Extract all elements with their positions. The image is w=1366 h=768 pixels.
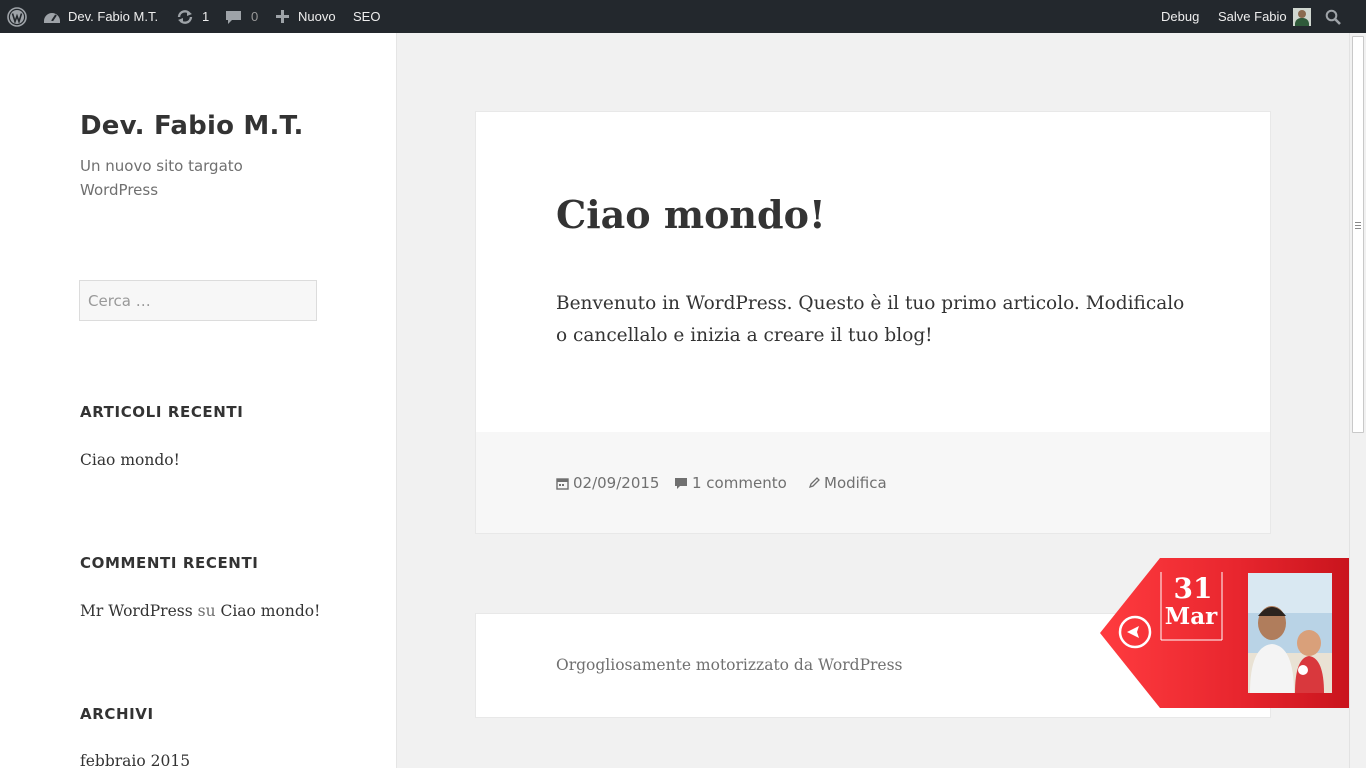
seo-menu[interactable]: SEO [353, 0, 380, 33]
site-name-menu[interactable]: Dev. Fabio M.T. [43, 0, 158, 33]
comment-icon [675, 477, 687, 489]
site-name-label: Dev. Fabio M.T. [68, 9, 159, 24]
search-input[interactable]: Cerca … [79, 280, 317, 321]
search-icon[interactable] [1325, 0, 1341, 33]
post-edit-label: Modifica [824, 474, 887, 492]
post-edit-link[interactable]: Modifica [808, 468, 887, 498]
recent-posts-title: ARTICOLI RECENTI [80, 403, 244, 421]
dashboard-icon [44, 12, 60, 23]
refresh-icon [177, 9, 193, 24]
post-title[interactable]: Ciao mondo! [556, 192, 826, 237]
post-content: Benvenuto in WordPress. Questo è il tuo … [556, 293, 1185, 346]
badge-month: Mar [1164, 603, 1218, 630]
recent-comments-title: COMMENTI RECENTI [80, 554, 259, 572]
comments-menu[interactable]: 0 [225, 0, 258, 33]
new-label: Nuovo [298, 9, 336, 24]
debug-menu[interactable]: Debug [1161, 0, 1199, 33]
archive-link[interactable]: febbraio 2015 [80, 752, 190, 768]
profile-photo [1248, 573, 1332, 693]
account-menu[interactable]: Salve Fabio [1218, 0, 1311, 33]
greeting-label: Salve Fabio [1218, 9, 1287, 24]
seo-label: SEO [353, 9, 381, 24]
post-comments-label: 1 commento [692, 474, 787, 492]
comments-count: 0 [251, 9, 259, 24]
pencil-icon [808, 477, 820, 489]
site-title[interactable]: Dev. Fabio M.T. [80, 111, 304, 141]
post-meta-footer: 02/09/2015 1 commento Modifica [476, 432, 1270, 533]
footer-credit[interactable]: Orgogliosamente motorizzato da WordPress [556, 656, 903, 674]
post-date-label: 02/09/2015 [573, 474, 660, 492]
recent-comment-item: Mr WordPress su Ciao mondo! [80, 602, 320, 620]
plus-icon [276, 10, 289, 23]
page-scrollbar[interactable] [1349, 33, 1366, 768]
sidebar: Dev. Fabio M.T. Un nuovo sito targato Wo… [0, 33, 397, 768]
new-content-menu[interactable]: Nuovo [275, 0, 336, 33]
recent-post-link[interactable]: Ciao mondo! [80, 451, 180, 469]
badge-day: 31 [1173, 572, 1213, 605]
post-date[interactable]: 02/09/2015 [556, 468, 659, 498]
site-description: Un nuovo sito targato WordPress [80, 157, 243, 199]
avatar [1292, 7, 1311, 26]
comment-post-link[interactable]: Ciao mondo! [220, 602, 320, 620]
admin-bar: Dev. Fabio M.T. 1 0 Nuovo SEO Debug Salv… [0, 0, 1366, 33]
updates-menu[interactable]: 1 [176, 0, 209, 33]
post-article: Ciao mondo! Benvenuto in WordPress. Ques… [475, 111, 1271, 534]
scrollbar-thumb[interactable] [1352, 36, 1364, 433]
debug-label: Debug [1161, 9, 1200, 24]
date-badge-widget[interactable] [1100, 558, 1349, 708]
archives-title: ARCHIVI [80, 705, 154, 723]
wordpress-logo-icon[interactable] [7, 0, 29, 33]
calendar-icon [556, 477, 569, 490]
updates-count: 1 [202, 9, 210, 24]
comment-author-link[interactable]: Mr WordPress [80, 602, 193, 620]
post-comments-link[interactable]: 1 commento [674, 468, 787, 498]
comment-connector: su [197, 602, 216, 620]
comment-bubble-icon [226, 10, 241, 24]
